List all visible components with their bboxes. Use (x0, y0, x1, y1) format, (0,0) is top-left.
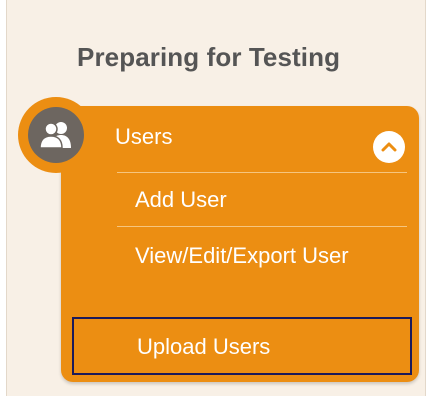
users-icon (39, 122, 71, 149)
menu-header-label[interactable]: Users (115, 124, 172, 150)
collapse-button[interactable] (373, 131, 405, 163)
avatar (28, 107, 84, 163)
users-menu: Users Add User View/Edit/Export User Upl… (61, 106, 419, 382)
view-edit-export-user-link[interactable]: View/Edit/Export User (135, 238, 385, 274)
chevron-up-icon (381, 142, 397, 152)
upload-users-highlight[interactable]: Upload Users (72, 317, 412, 375)
sidebar-panel: Preparing for Testing Users Add User Vie… (6, 0, 426, 396)
menu-divider (117, 172, 407, 173)
upload-users-link[interactable]: Upload Users (137, 330, 270, 364)
add-user-link[interactable]: Add User (135, 182, 227, 218)
menu-divider (117, 226, 407, 227)
menu-header[interactable]: Users (61, 106, 419, 170)
panel-title: Preparing for Testing (77, 42, 341, 72)
